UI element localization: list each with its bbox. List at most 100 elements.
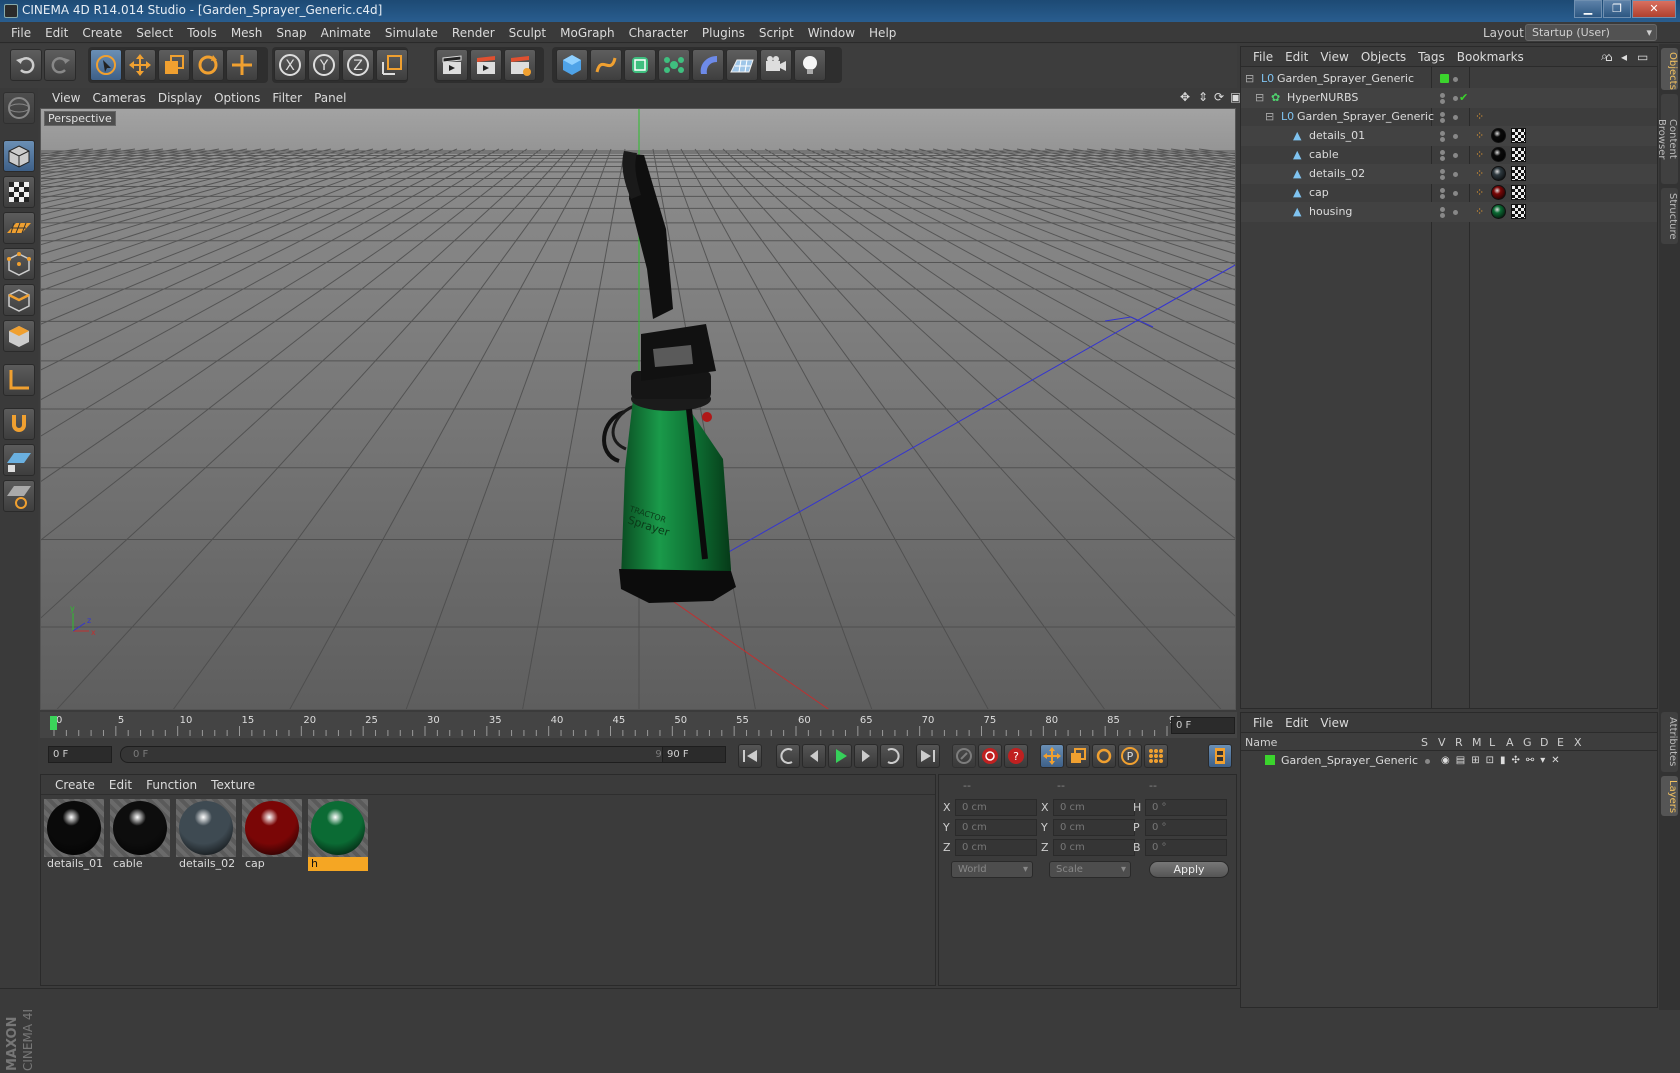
uvw-tag-icon[interactable] <box>1511 147 1526 162</box>
viewport-menu-panel[interactable]: Panel <box>314 91 346 105</box>
menu-snap[interactable]: Snap <box>276 26 306 40</box>
enable-toggle-dot[interactable] <box>1453 210 1458 215</box>
coord-value-field[interactable]: 0 ° <box>1145 839 1227 856</box>
expand-toggle-icon[interactable]: ⊟ <box>1245 72 1254 85</box>
coord-value-field[interactable]: 0 cm <box>955 819 1037 836</box>
expand-toggle-icon[interactable]: ⊟ <box>1265 110 1274 123</box>
points-mode-button[interactable] <box>3 248 35 280</box>
layer-column-header[interactable]: D <box>1540 736 1548 749</box>
layer-column-header[interactable]: V <box>1438 736 1446 749</box>
key-rotation-button[interactable] <box>1092 744 1116 768</box>
uvw-tag-icon[interactable] <box>1511 185 1526 200</box>
menu-tools[interactable]: Tools <box>187 26 217 40</box>
previous-frame-button[interactable] <box>802 744 826 768</box>
keyframe-selection-button[interactable]: ? <box>1004 744 1028 768</box>
previous-key-button[interactable] <box>776 744 800 768</box>
material-menu-function[interactable]: Function <box>146 778 197 792</box>
checkmark-icon[interactable]: ✔ <box>1459 91 1468 104</box>
coord-value-field[interactable]: 0 cm <box>955 839 1037 856</box>
menu-create[interactable]: Create <box>82 26 122 40</box>
editor-visibility-dot[interactable] <box>1440 169 1445 174</box>
editor-visibility-dot[interactable] <box>1440 188 1445 193</box>
camera-object-button[interactable] <box>760 49 792 81</box>
layers-menu-view[interactable]: View <box>1320 716 1348 730</box>
deformer-icon[interactable]: ⚯ <box>1526 755 1534 767</box>
editor-visibility-dot[interactable] <box>1440 131 1445 136</box>
record-active-objects-button[interactable] <box>952 744 976 768</box>
spline-pen-button[interactable] <box>590 49 622 81</box>
phong-tag-icon[interactable]: ⁘ <box>1475 186 1484 199</box>
rotate-tool-button[interactable] <box>192 49 224 81</box>
material-tag-icon[interactable] <box>1491 128 1506 143</box>
material-menu-texture[interactable]: Texture <box>211 778 255 792</box>
material-swatch[interactable]: details_02 <box>176 799 236 871</box>
render-icon[interactable]: ▤ <box>1456 755 1465 767</box>
timeline-window-button[interactable] <box>1208 744 1232 768</box>
polygons-mode-button[interactable] <box>3 320 35 352</box>
render-visibility-dot[interactable] <box>1440 194 1445 199</box>
layer-column-header[interactable]: X <box>1574 736 1582 749</box>
layer-column-header[interactable]: M <box>1472 736 1482 749</box>
cube-object-button[interactable] <box>556 49 588 81</box>
home-icon[interactable]: ⌂ <box>1605 50 1613 64</box>
object-row[interactable]: ▲ cable ⁘ <box>1241 145 1657 165</box>
menu-window[interactable]: Window <box>808 26 855 40</box>
apply-button[interactable]: Apply <box>1149 861 1229 878</box>
tab-attributes[interactable]: Attributes <box>1661 712 1678 772</box>
workplane-mode-button[interactable] <box>3 212 35 244</box>
menu-character[interactable]: Character <box>629 26 688 40</box>
coordinate-mode-dropdown[interactable]: Scale ▾ <box>1049 861 1131 878</box>
menu-help[interactable]: Help <box>869 26 896 40</box>
editor-visibility-dot[interactable] <box>1440 74 1449 83</box>
redo-button[interactable] <box>44 49 76 81</box>
objects-menu-view[interactable]: View <box>1320 50 1348 64</box>
layers-menu-edit[interactable]: Edit <box>1285 716 1308 730</box>
enable-toggle-dot[interactable] <box>1453 172 1458 177</box>
light-object-button[interactable] <box>794 49 826 81</box>
model-mode-button[interactable] <box>3 140 35 172</box>
current-frame-field[interactable]: 0 F <box>1171 717 1235 734</box>
perspective-viewport[interactable]: TRACTOR Sprayer y x z Perspective <box>40 108 1236 710</box>
object-row[interactable]: ▲ details_01 ⁘ <box>1241 126 1657 146</box>
material-swatch[interactable]: h <box>308 799 368 871</box>
render-visibility-dot[interactable] <box>1440 99 1445 104</box>
menu-simulate[interactable]: Simulate <box>385 26 438 40</box>
window-menu-icon[interactable]: ▭ <box>1637 50 1648 64</box>
viewport-move-icon[interactable]: ✥ <box>1180 90 1190 104</box>
generator-icon[interactable]: ✣ <box>1511 755 1519 767</box>
close-button[interactable]: ✕ <box>1632 0 1676 18</box>
undo-button[interactable] <box>10 49 42 81</box>
coord-value-field[interactable]: 0 cm <box>1053 799 1135 816</box>
uvw-tag-icon[interactable] <box>1511 128 1526 143</box>
viewport-menu-view[interactable]: View <box>52 91 80 105</box>
coordinate-space-dropdown[interactable]: World ▾ <box>951 861 1033 878</box>
menu-script[interactable]: Script <box>759 26 794 40</box>
material-menu-edit[interactable]: Edit <box>109 778 132 792</box>
phong-tag-icon[interactable]: ⁘ <box>1475 129 1484 142</box>
layer-column-header[interactable]: A <box>1506 736 1514 749</box>
tab-content-browser[interactable]: Content Browser <box>1656 94 1678 184</box>
material-swatch[interactable]: details_01 <box>44 799 104 871</box>
layer-column-header[interactable]: E <box>1557 736 1564 749</box>
editor-visibility-dot[interactable] <box>1440 150 1445 155</box>
xref-icon[interactable]: ✕ <box>1551 755 1559 767</box>
material-tag-icon[interactable] <box>1491 166 1506 181</box>
viewport-menu-filter[interactable]: Filter <box>272 91 302 105</box>
texture-mode-button[interactable] <box>3 176 35 208</box>
objects-menu-edit[interactable]: Edit <box>1285 50 1308 64</box>
viewport-dolly-icon[interactable]: ⇕ <box>1198 90 1208 104</box>
object-row[interactable]: ▲ details_02 ⁘ <box>1241 164 1657 184</box>
viewport-menu-cameras[interactable]: Cameras <box>92 91 145 105</box>
render-visibility-dot[interactable] <box>1440 118 1445 123</box>
enable-toggle-dot[interactable] <box>1453 115 1458 120</box>
uvw-tag-icon[interactable] <box>1511 204 1526 219</box>
menu-edit[interactable]: Edit <box>45 26 68 40</box>
go-to-start-button[interactable] <box>738 744 762 768</box>
layer-column-header[interactable]: Name <box>1245 736 1277 749</box>
menu-plugins[interactable]: Plugins <box>702 26 745 40</box>
key-position-button[interactable] <box>1040 744 1064 768</box>
layout-dropdown[interactable]: Startup (User) ▾ <box>1525 24 1657 41</box>
coord-value-field[interactable]: 0 ° <box>1145 819 1227 836</box>
maximize-button[interactable]: ❐ <box>1603 0 1631 18</box>
object-row[interactable]: ▲ housing ⁘ <box>1241 202 1657 222</box>
